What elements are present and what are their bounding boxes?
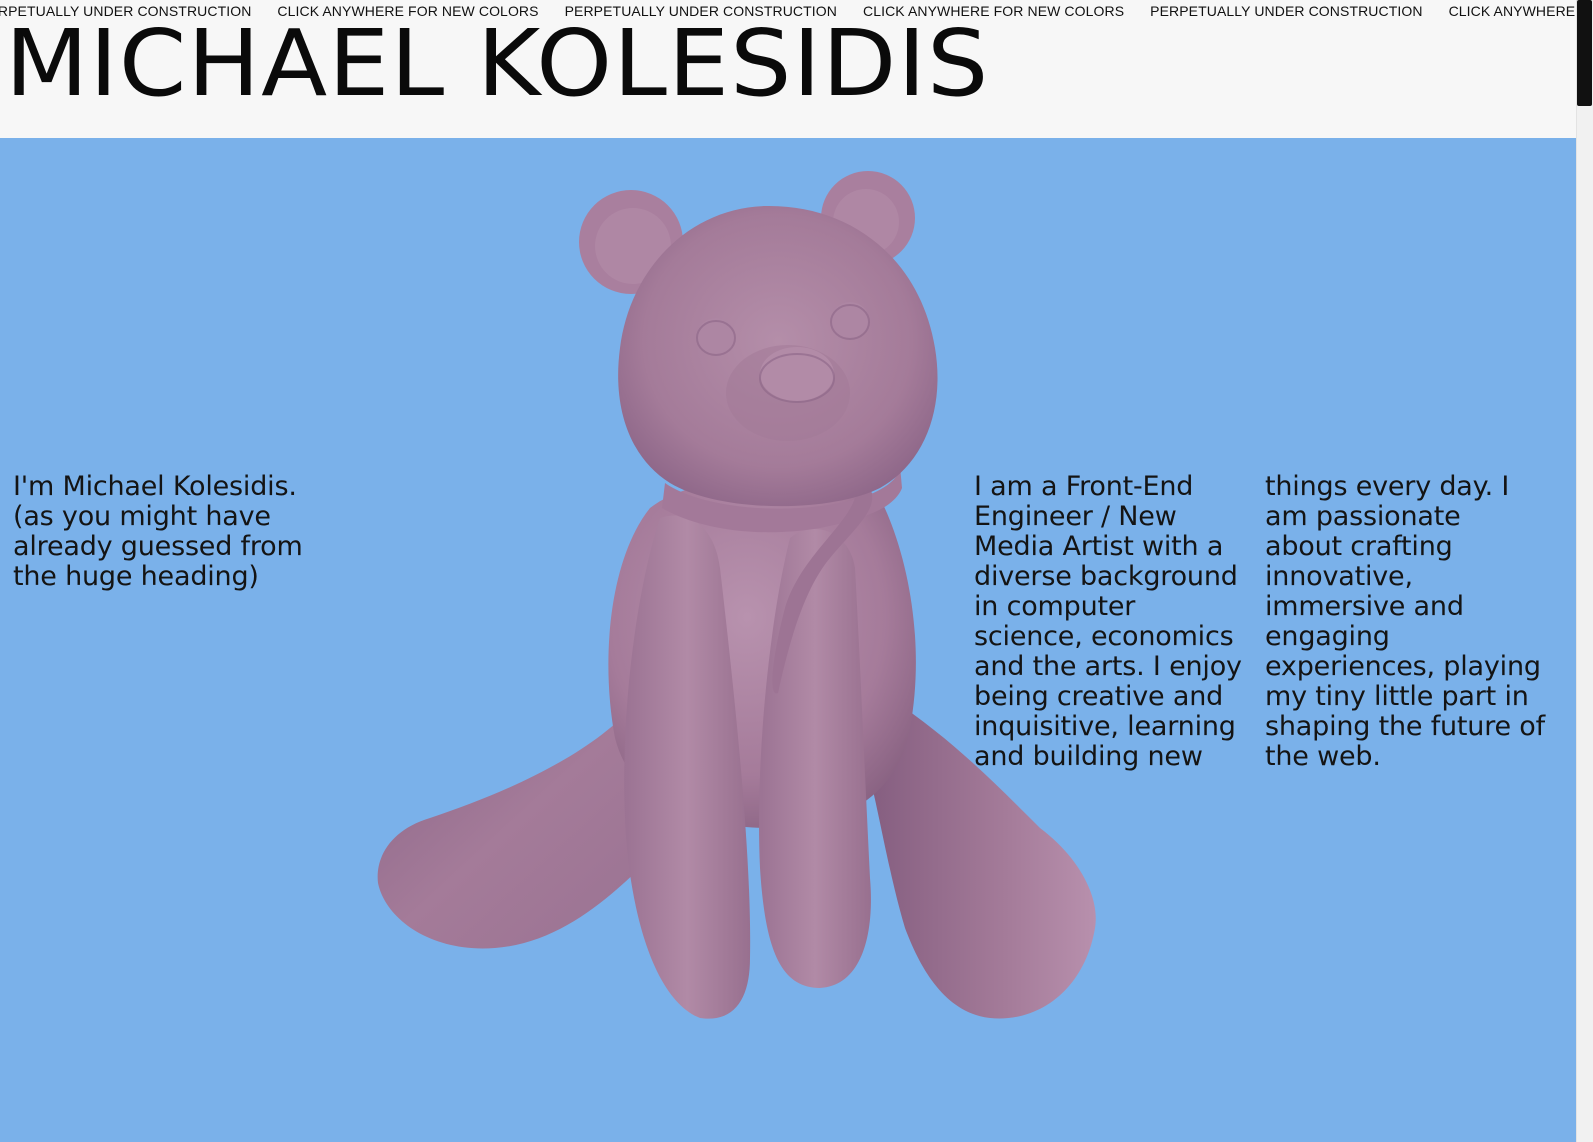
bio-text-column-2: things every day. I am passionate about …: [1265, 471, 1545, 772]
scrollbar-thumb[interactable]: [1577, 0, 1592, 106]
vertical-scrollbar[interactable]: [1576, 0, 1593, 1142]
page[interactable]: PERPETUALLY UNDER CONSTRUCTION CLICK ANY…: [0, 0, 1593, 1142]
marquee-item: CLICK ANYWHERE FOR NEW COLORS: [1448, 3, 1576, 19]
bio-text-column-1: I am a Front-End Engineer / New Media Ar…: [974, 471, 1242, 772]
intro-text: I'm Michael Kolesidis. (as you might hav…: [13, 471, 303, 592]
marquee-item: PERPETUALLY UNDER CONSTRUCTION: [1150, 3, 1423, 19]
page-title: MICHAEL KOLESIDIS: [5, 10, 990, 117]
hero-section[interactable]: I'm Michael Kolesidis. (as you might hav…: [0, 138, 1577, 1142]
